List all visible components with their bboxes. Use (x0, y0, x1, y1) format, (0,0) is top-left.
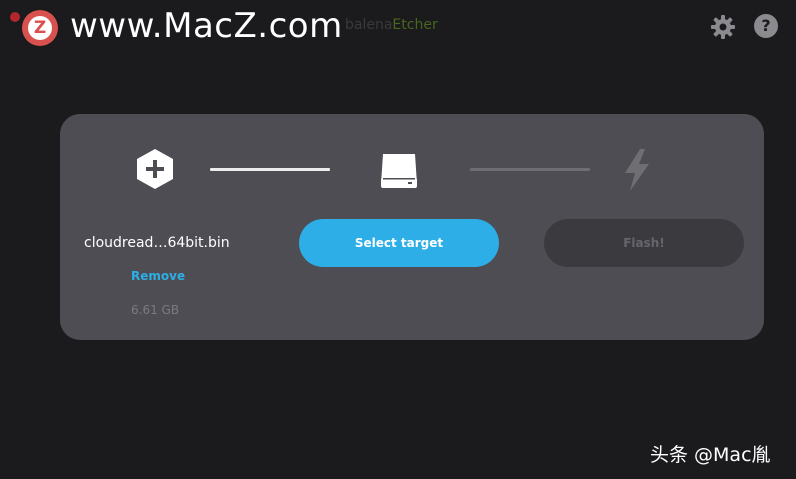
select-target-button[interactable]: Select target (299, 219, 499, 267)
help-glyph: ? (754, 14, 778, 38)
lightning-icon (620, 148, 654, 192)
watermark-logo-letter: Z (28, 16, 52, 40)
help-icon[interactable]: ? (754, 14, 780, 40)
title-bar: Z www.MacZ.com balenaEtcher ? (0, 0, 796, 56)
step-connector-1 (210, 168, 330, 171)
brand-part-2: Etcher (392, 17, 438, 33)
flash-button[interactable]: Flash! (544, 219, 744, 267)
plus-hexagon-icon[interactable] (135, 148, 175, 190)
main-panel: cloudread…64bit.bin Remove 6.61 GB Selec… (60, 114, 764, 340)
image-file-name: cloudread…64bit.bin (84, 235, 230, 251)
image-file-size: 6.61 GB (131, 303, 180, 317)
gear-icon[interactable] (710, 14, 736, 40)
watermark-site: www.MacZ.com (70, 6, 343, 46)
step-connector-2 (470, 168, 590, 171)
watermark-credit: 头条 @Mac胤 (650, 444, 771, 466)
brand-part-1: balena (345, 17, 393, 33)
drive-icon[interactable] (377, 148, 421, 192)
remove-image-link[interactable]: Remove (131, 269, 185, 283)
app-brand: balenaEtcher (345, 17, 438, 33)
watermark-logo: Z (22, 10, 58, 46)
window-close-dot[interactable] (10, 12, 20, 22)
